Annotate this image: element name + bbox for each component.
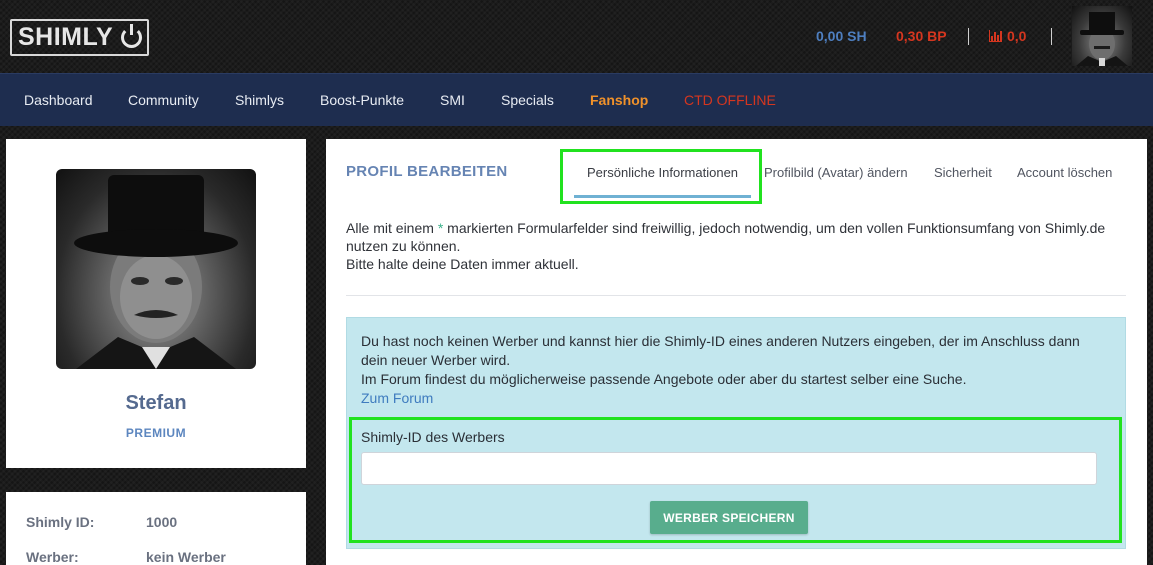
nav-fanshop[interactable]: Fanshop bbox=[590, 92, 648, 108]
balance-bp[interactable]: 0,30 BP bbox=[896, 28, 947, 44]
shimly-id-value: 1000 bbox=[146, 514, 178, 530]
top-header: SHIMLY 0,00 SH 0,30 BP 0,0 bbox=[0, 0, 1153, 73]
intro-text: Alle mit einem * markierten Formularfeld… bbox=[346, 220, 1106, 272]
power-icon bbox=[121, 24, 143, 48]
user-avatar[interactable] bbox=[1072, 6, 1132, 66]
nav-dashboard[interactable]: Dashboard bbox=[24, 92, 93, 108]
bar-chart-icon bbox=[989, 30, 1002, 42]
recruiter-value: kein Werber bbox=[146, 549, 226, 565]
tab-highlight-box bbox=[560, 149, 762, 204]
header-divider bbox=[968, 28, 969, 45]
profile-card: Stefan PREMIUM bbox=[6, 139, 306, 468]
form-highlight-box bbox=[349, 417, 1122, 543]
nav-boost-punkte[interactable]: Boost-Punkte bbox=[320, 92, 404, 108]
membership-badge: PREMIUM bbox=[125, 426, 187, 440]
recruiter-info-text: Du hast noch keinen Werber und kannst hi… bbox=[361, 333, 1080, 406]
balance-sh[interactable]: 0,00 SH bbox=[816, 28, 867, 44]
divider bbox=[346, 295, 1126, 296]
nav-ctd-offline[interactable]: CTD OFFLINE bbox=[684, 92, 776, 108]
tab-security[interactable]: Sicherheit bbox=[934, 165, 992, 180]
profile-photo bbox=[56, 169, 256, 369]
page-title: PROFIL BEARBEITEN bbox=[346, 163, 508, 180]
nav-community[interactable]: Community bbox=[128, 92, 199, 108]
chart-stat[interactable]: 0,0 bbox=[989, 28, 1026, 44]
shimly-logo[interactable]: SHIMLY bbox=[10, 19, 149, 56]
chart-value: 0,0 bbox=[1007, 28, 1027, 44]
logo-text: SHIMLY bbox=[18, 23, 114, 51]
nav-specials[interactable]: Specials bbox=[501, 92, 554, 108]
tab-avatar[interactable]: Profilbild (Avatar) ändern bbox=[764, 165, 908, 180]
recruiter-info-box: Du hast noch keinen Werber und kannst hi… bbox=[346, 317, 1126, 549]
main-nav: Dashboard Community Shimlys Boost-Punkte… bbox=[0, 73, 1153, 126]
edit-profile-card: PROFIL BEARBEITEN Persönliche Informatio… bbox=[326, 139, 1147, 565]
profile-info-card: Shimly ID: 1000 Werber: kein Werber bbox=[6, 492, 306, 565]
intro-line-2: Bitte halte deine Daten immer aktuell. bbox=[346, 256, 579, 272]
forum-link[interactable]: Zum Forum bbox=[361, 390, 433, 406]
shimly-id-label: Shimly ID: bbox=[26, 514, 95, 530]
tab-delete-account[interactable]: Account löschen bbox=[1017, 165, 1112, 180]
profile-name: Stefan bbox=[125, 392, 187, 414]
nav-shimlys[interactable]: Shimlys bbox=[235, 92, 284, 108]
nav-smi[interactable]: SMI bbox=[440, 92, 465, 108]
header-divider bbox=[1051, 28, 1052, 45]
recruiter-label: Werber: bbox=[26, 549, 79, 565]
